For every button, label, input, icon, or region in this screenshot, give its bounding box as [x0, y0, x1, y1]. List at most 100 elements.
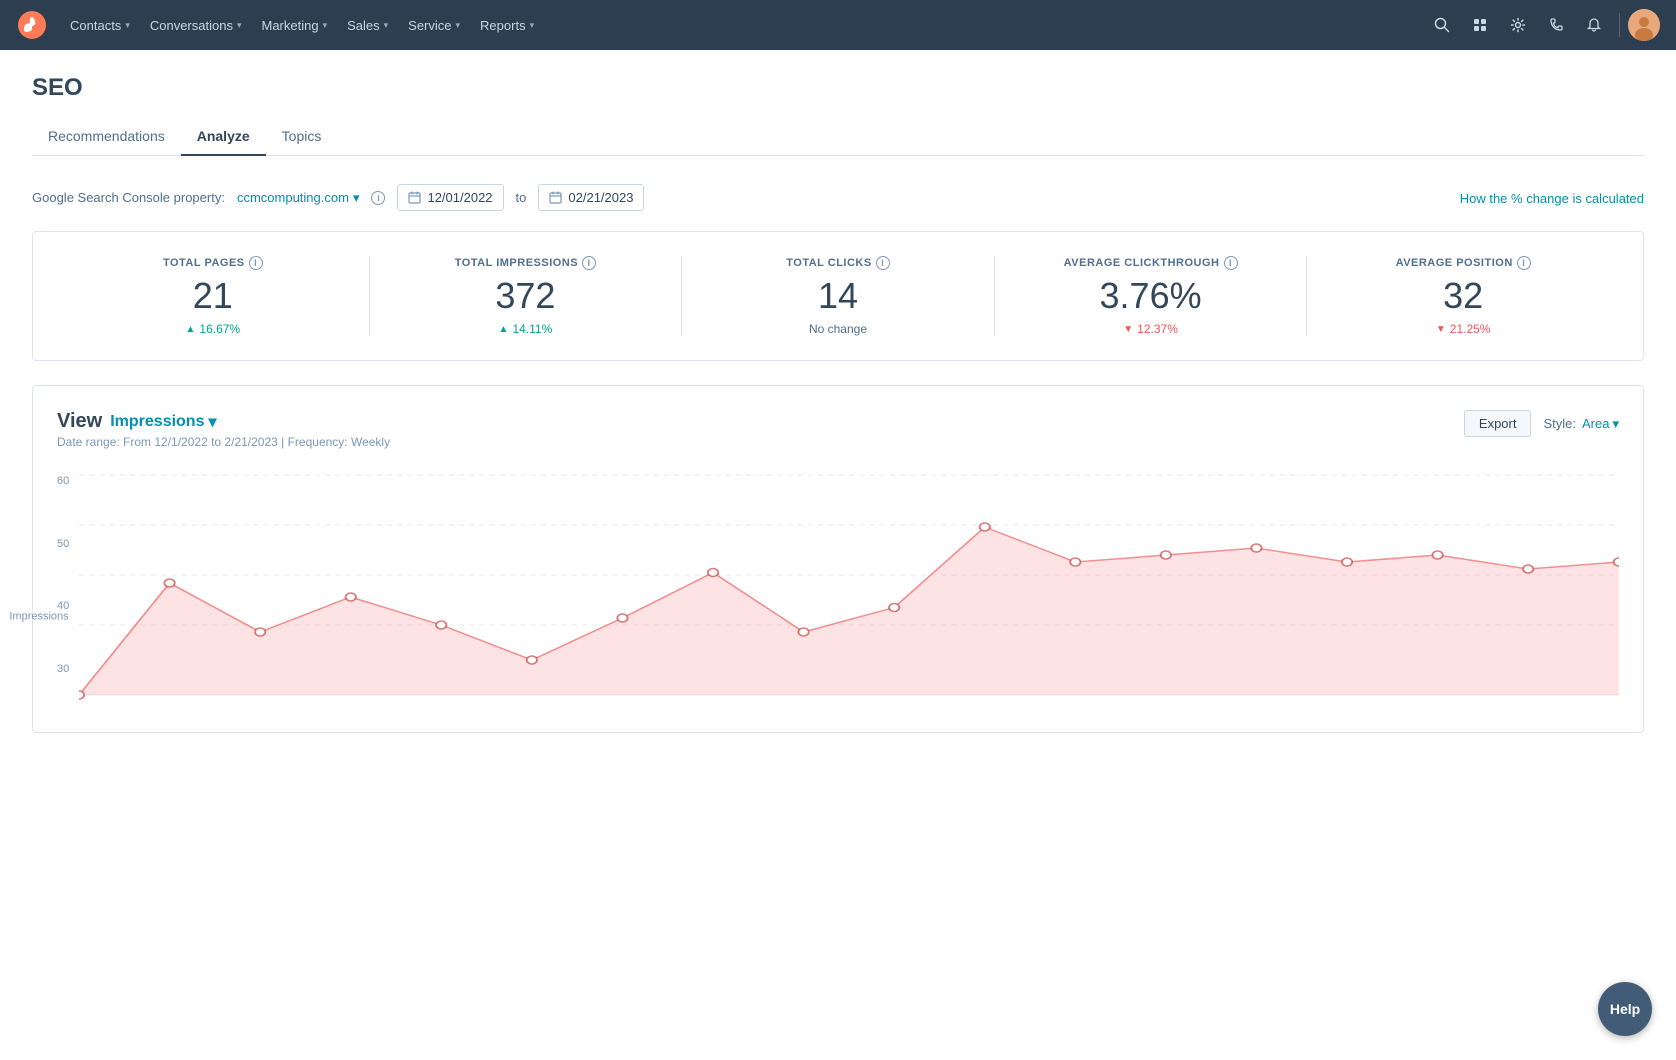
- chart-dot-3: [346, 593, 356, 601]
- tab-topics[interactable]: Topics: [266, 118, 338, 156]
- stat-info-icon-0[interactable]: i: [249, 256, 263, 270]
- style-chevron-icon: ▾: [1612, 416, 1619, 432]
- tab-recommendations[interactable]: Recommendations: [32, 118, 181, 156]
- chart-dot-5: [527, 656, 537, 664]
- stat-item-4: AVERAGE POSITION i 32 ▼ 21.25%: [1306, 256, 1619, 336]
- nav-chevron-icon-contacts: ▾: [125, 20, 130, 31]
- search-icon[interactable]: [1425, 8, 1459, 42]
- chart-dot-15: [1433, 551, 1443, 559]
- marketplace-icon[interactable]: [1463, 8, 1497, 42]
- chart-dot-8: [799, 628, 809, 636]
- stat-item-3: AVERAGE CLICKTHROUGH i 3.76% ▼ 12.37%: [994, 256, 1307, 336]
- stat-label-4: AVERAGE POSITION i: [1396, 256, 1531, 270]
- export-button[interactable]: Export: [1464, 410, 1532, 437]
- nav-item-label-service: Service: [408, 18, 451, 33]
- chart-dot-17: [1614, 558, 1619, 566]
- property-dropdown[interactable]: ccmcomputing.com ▾: [237, 190, 360, 206]
- stat-label-2: TOTAL CLICKS i: [786, 256, 889, 270]
- stat-item-2: TOTAL CLICKS i 14 No change: [681, 256, 994, 336]
- date-to-value: 02/21/2023: [568, 190, 633, 205]
- nav-item-conversations[interactable]: Conversations ▾: [140, 12, 252, 39]
- property-info-icon[interactable]: i: [371, 191, 385, 205]
- stat-info-icon-2[interactable]: i: [876, 256, 890, 270]
- stat-info-icon-1[interactable]: i: [582, 256, 596, 270]
- nav-item-sales[interactable]: Sales ▾: [337, 12, 398, 39]
- chart-dot-0: [79, 691, 84, 699]
- stat-change-2: No change: [809, 322, 867, 336]
- nav-divider: [1619, 13, 1620, 37]
- nav-chevron-icon-sales: ▾: [384, 20, 389, 31]
- stat-info-icon-3[interactable]: i: [1224, 256, 1238, 270]
- stat-item-0: TOTAL PAGES i 21 ▲ 16.67%: [57, 256, 369, 336]
- nav-chevron-icon-marketing: ▾: [323, 20, 328, 31]
- hubspot-logo[interactable]: [16, 9, 48, 41]
- stat-value-1: 372: [495, 278, 555, 314]
- y-tick-30: 30: [57, 663, 69, 675]
- stat-change-4: ▼ 21.25%: [1436, 322, 1491, 336]
- avatar[interactable]: [1628, 9, 1660, 41]
- y-tick-50: 50: [57, 538, 69, 550]
- style-dropdown[interactable]: Area ▾: [1582, 416, 1619, 432]
- nav-item-reports[interactable]: Reports ▾: [470, 12, 544, 39]
- chart-dot-2: [255, 628, 265, 636]
- stat-value-3: 3.76%: [1100, 278, 1202, 314]
- nav-item-label-conversations: Conversations: [150, 18, 233, 33]
- property-label: Google Search Console property:: [32, 190, 225, 205]
- nav-item-service[interactable]: Service▾: [398, 12, 470, 39]
- chart-dot-4: [436, 621, 446, 629]
- nav-chevron-icon-reports: ▾: [530, 20, 535, 31]
- nav-chevron-icon-conversations: ▾: [237, 20, 242, 31]
- stats-card: TOTAL PAGES i 21 ▲ 16.67% TOTAL IMPRESSI…: [32, 231, 1644, 361]
- nav-item-marketing[interactable]: Marketing▾: [251, 12, 337, 39]
- stat-value-2: 14: [818, 278, 858, 314]
- nav-icons-group: [1425, 8, 1660, 42]
- stat-change-0: ▲ 16.67%: [185, 322, 240, 336]
- stat-value-4: 32: [1443, 278, 1483, 314]
- chart-container: 60 50 40 30 Impressions: [57, 465, 1619, 708]
- stat-label-3: AVERAGE CLICKTHROUGH i: [1064, 256, 1238, 270]
- chart-dot-10: [980, 523, 990, 531]
- chart-dot-11: [1070, 558, 1080, 566]
- stat-value-0: 21: [193, 278, 233, 314]
- date-from-input[interactable]: 12/01/2022: [397, 184, 503, 211]
- phone-icon[interactable]: [1539, 8, 1573, 42]
- notifications-icon[interactable]: [1577, 8, 1611, 42]
- chart-card: View Impressions ▾ Date range: From 12/1…: [32, 385, 1644, 733]
- style-label: Style:: [1543, 416, 1576, 431]
- arrow-down-icon-4: ▼: [1436, 324, 1446, 335]
- page-title: SEO: [32, 74, 1644, 102]
- chart-controls: Export Style: Area ▾: [1464, 410, 1619, 437]
- metric-dropdown[interactable]: Impressions ▾: [110, 412, 216, 432]
- metric-chevron-icon: ▾: [208, 412, 216, 432]
- nav-item-label-reports: Reports: [480, 18, 526, 33]
- arrow-up-icon-1: ▲: [499, 324, 509, 335]
- arrow-up-icon-0: ▲: [185, 324, 195, 335]
- impressions-chart: [79, 465, 1619, 705]
- nav-item-contacts[interactable]: Contacts▾: [60, 12, 140, 39]
- stat-change-3: ▼ 12.37%: [1123, 322, 1178, 336]
- chart-dot-7: [708, 569, 718, 577]
- chart-dot-16: [1523, 565, 1533, 573]
- date-separator: to: [516, 190, 527, 205]
- nav-item-label-sales: Sales: [347, 18, 380, 33]
- filters-right: How the % change is calculated: [1460, 190, 1644, 206]
- date-from-value: 12/01/2022: [427, 190, 492, 205]
- arrow-down-icon-3: ▼: [1123, 324, 1133, 335]
- y-axis-label: Impressions: [10, 610, 69, 622]
- y-tick-60: 60: [57, 475, 69, 487]
- filters-row: Google Search Console property: ccmcompu…: [32, 184, 1644, 211]
- style-control: Style: Area ▾: [1543, 416, 1619, 432]
- stat-info-icon-4[interactable]: i: [1517, 256, 1531, 270]
- top-navigation: Contacts▾Conversations▾Marketing▾Sales▾S…: [0, 0, 1676, 50]
- chart-title-area: View Impressions ▾ Date range: From 12/1…: [57, 410, 390, 449]
- stat-label-1: TOTAL IMPRESSIONS i: [455, 256, 596, 270]
- tab-analyze[interactable]: Analyze: [181, 118, 266, 156]
- chart-dot-13: [1252, 544, 1262, 552]
- filters-left: Google Search Console property: ccmcompu…: [32, 184, 644, 211]
- date-to-input[interactable]: 02/21/2023: [538, 184, 644, 211]
- chart-dot-9: [889, 604, 899, 612]
- help-button[interactable]: Help: [1598, 982, 1652, 1036]
- calc-link[interactable]: How the % change is calculated: [1460, 191, 1644, 206]
- metric-value: Impressions: [110, 413, 204, 431]
- settings-icon[interactable]: [1501, 8, 1535, 42]
